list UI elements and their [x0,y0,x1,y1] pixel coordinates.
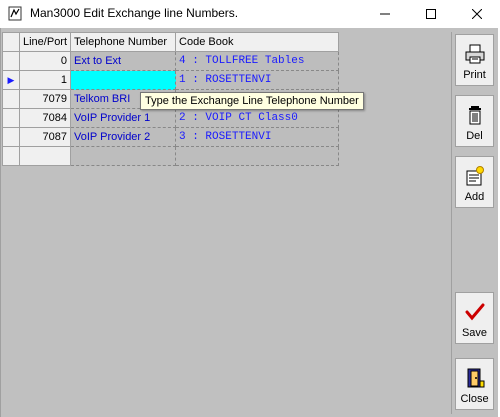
line-port-cell: 0 [18,51,72,71]
title-bar: Man3000 Edit Exchange line Numbers. [0,0,500,28]
line-port-cell: 1 [18,70,72,90]
row-indicator [2,51,20,71]
line-port-cell [18,146,72,166]
line-port-cell: 7079 [18,89,72,109]
table-row[interactable]: 7087 VoIP Provider 2 3 : ROSETTENVI [2,127,340,147]
minimize-icon [380,13,390,15]
table-row-new[interactable] [2,146,340,166]
print-button[interactable]: Print [455,34,494,86]
tooltip: Type the Exchange Line Telephone Number [140,92,364,110]
telephone-number-cell[interactable]: VoIP Provider 1 [70,108,177,128]
code-book-cell[interactable]: 2 : VOIP CT Class0 [175,108,340,128]
close-icon [472,9,482,19]
row-indicator [2,127,20,147]
row-indicator [2,146,20,166]
telephone-number-cell[interactable]: Ext to Ext [70,51,177,71]
row-indicator [2,108,20,128]
close-label: Close [460,393,489,405]
maximize-button[interactable] [408,0,454,28]
delete-button[interactable]: Del [455,95,494,147]
header-code-book[interactable]: Code Book [175,32,340,52]
add-button[interactable]: Add [455,156,494,208]
table-row[interactable]: 7084 VoIP Provider 1 2 : VOIP CT Class0 [2,108,340,128]
row-indicator [2,89,20,109]
checkmark-icon [465,303,484,321]
save-button[interactable]: Save [455,292,494,344]
code-book-cell[interactable]: 1 : ROSETTENVI [175,70,340,90]
print-label: Print [463,69,486,81]
save-label: Save [461,327,488,339]
trash-icon [468,106,481,125]
exit-door-icon [467,368,484,388]
telephone-number-cell[interactable]: VoIP Provider 2 [70,127,177,147]
add-record-icon [466,166,484,186]
close-button[interactable]: Close [455,358,494,410]
add-label: Add [464,191,485,203]
code-book-cell[interactable] [175,146,340,166]
app-icon [8,6,22,21]
minimize-button[interactable] [362,0,408,28]
telephone-number-cell-active[interactable] [70,70,177,90]
telephone-number-cell[interactable] [70,146,177,166]
grid-header-row: Line/Port Telephone Number Code Book [2,32,340,52]
line-port-cell: 7087 [18,127,72,147]
code-book-cell[interactable]: 3 : ROSETTENVI [175,127,340,147]
window-title: Man3000 Edit Exchange line Numbers. [30,6,239,20]
toolbar-divider [451,32,452,414]
line-port-cell: 7084 [18,108,72,128]
code-book-cell[interactable]: 4 : TOLLFREE Tables [175,51,340,71]
current-row-indicator-icon: ▶ [2,70,20,90]
close-window-button[interactable] [454,0,500,28]
table-row[interactable]: 0 Ext to Ext 4 : TOLLFREE Tables [2,51,340,71]
header-line-port[interactable]: Line/Port [18,32,72,52]
maximize-icon [426,9,436,19]
printer-icon [465,44,484,64]
table-row[interactable]: ▶ 1 1 : ROSETTENVI [2,70,340,90]
header-corner [2,32,20,52]
header-telephone-number[interactable]: Telephone Number [70,32,177,52]
delete-label: Del [466,130,483,142]
